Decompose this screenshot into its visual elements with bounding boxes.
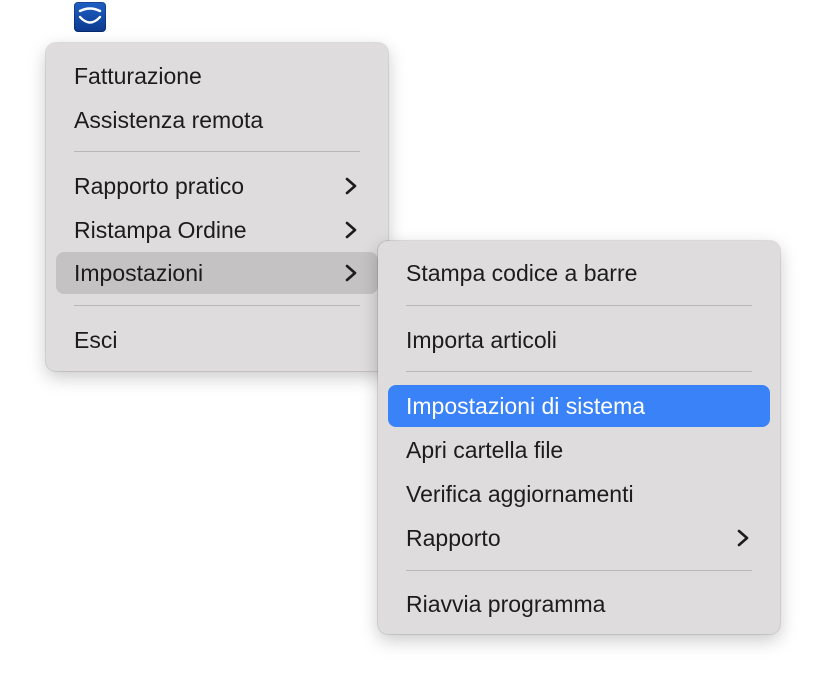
menu-separator — [406, 570, 752, 571]
submenu-item-rapporto[interactable]: Rapporto — [388, 517, 770, 559]
chevron-right-icon — [342, 209, 360, 251]
submenu-item-stampa-codice-a-barre[interactable]: Stampa codice a barre — [388, 252, 770, 294]
menu-separator — [74, 151, 360, 152]
menu-item-label: Verifica aggiornamenti — [406, 481, 634, 507]
menu-separator — [74, 305, 360, 306]
app-logo-icon[interactable] — [74, 2, 106, 32]
main-context-menu: Fatturazione Assistenza remota Rapporto … — [46, 43, 388, 371]
impostazioni-submenu: Stampa codice a barre Importa articoli I… — [378, 241, 780, 634]
submenu-item-importa-articoli[interactable]: Importa articoli — [388, 319, 770, 361]
menu-item-fatturazione[interactable]: Fatturazione — [56, 55, 378, 97]
menu-item-esci[interactable]: Esci — [56, 319, 378, 361]
menu-item-rapporto-pratico[interactable]: Rapporto pratico — [56, 165, 378, 207]
menu-separator — [406, 371, 752, 372]
submenu-item-verifica-aggiornamenti[interactable]: Verifica aggiornamenti — [388, 473, 770, 515]
chevron-right-icon — [342, 252, 360, 294]
menu-item-label: Assistenza remota — [74, 107, 264, 133]
screen: Fatturazione Assistenza remota Rapporto … — [0, 0, 826, 689]
menu-item-label: Apri cartella file — [406, 437, 564, 463]
submenu-item-apri-cartella-file[interactable]: Apri cartella file — [388, 429, 770, 471]
menu-item-label: Rapporto pratico — [74, 173, 245, 199]
menu-item-label: Esci — [74, 327, 118, 353]
chevron-right-icon — [734, 517, 752, 559]
menu-item-label: Importa articoli — [406, 327, 557, 353]
menu-item-label: Stampa codice a barre — [406, 260, 638, 286]
menu-item-ristampa-ordine[interactable]: Ristampa Ordine — [56, 209, 378, 251]
submenu-item-riavvia-programma[interactable]: Riavvia programma — [388, 583, 770, 625]
menu-separator — [406, 305, 752, 306]
menu-item-label: Ristampa Ordine — [74, 217, 247, 243]
menu-item-label: Fatturazione — [74, 63, 202, 89]
menu-item-label: Impostazioni — [74, 260, 204, 286]
menu-item-label: Impostazioni di sistema — [406, 393, 646, 419]
menu-item-label: Rapporto — [406, 525, 501, 551]
submenu-item-impostazioni-di-sistema[interactable]: Impostazioni di sistema — [388, 385, 770, 427]
menu-item-label: Riavvia programma — [406, 591, 606, 617]
menu-item-assistenza-remota[interactable]: Assistenza remota — [56, 99, 378, 141]
menu-item-impostazioni[interactable]: Impostazioni — [56, 252, 378, 294]
chevron-right-icon — [342, 165, 360, 207]
